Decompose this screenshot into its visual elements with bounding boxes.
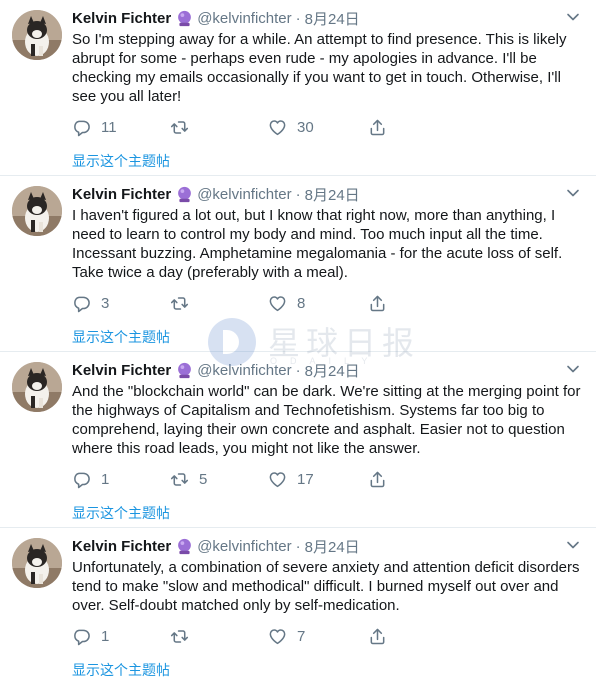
retweet-count: 5 [199, 470, 208, 488]
share-button[interactable] [368, 294, 387, 313]
tweet-date[interactable]: 8月24日 [305, 184, 360, 205]
reply-button[interactable]: 11 [72, 118, 117, 137]
reply-count: 1 [101, 627, 110, 645]
retweet-button[interactable] [170, 294, 199, 313]
reply-icon [74, 629, 90, 645]
watermark-logo [208, 318, 256, 366]
reply-icon [74, 120, 90, 136]
display-name[interactable]: Kelvin Fichter [72, 362, 171, 379]
tweet-divider [0, 351, 596, 352]
separator-dot: · [295, 537, 301, 555]
chevron-down-icon[interactable] [566, 362, 580, 376]
retweet-button[interactable] [170, 627, 199, 646]
reply-count: 3 [101, 294, 110, 312]
show-thread-link[interactable]: 显示这个主题帖 [72, 151, 170, 171]
reply-icon [74, 296, 90, 312]
like-button[interactable]: 30 [268, 118, 314, 137]
reply-button[interactable]: 1 [72, 627, 109, 646]
share-icon [370, 119, 385, 135]
tweet-text: I haven't figured a lot out, but I know … [72, 207, 563, 281]
tweet-date[interactable]: 8月24日 [305, 8, 360, 29]
display-name[interactable]: Kelvin Fichter [72, 538, 171, 555]
share-button[interactable] [368, 470, 387, 489]
show-thread-link[interactable]: 显示这个主题帖 [72, 660, 170, 680]
avatar[interactable] [12, 10, 62, 60]
like-button[interactable]: 17 [268, 470, 314, 489]
tweet-header: Kelvin Fichter @kelvinfichter · 8月24日 [72, 8, 360, 28]
tweet-header: Kelvin Fichter @kelvinfichter · 8月24日 [72, 360, 360, 380]
retweet-icon [170, 472, 189, 486]
share-button[interactable] [368, 627, 387, 646]
tweet-header: Kelvin Fichter @kelvinfichter · 8月24日 [72, 184, 360, 204]
retweet-button[interactable]: 5 [170, 470, 207, 489]
crystal-ball-icon [178, 186, 192, 202]
chevron-down-icon[interactable] [566, 10, 580, 24]
like-count: 8 [297, 294, 306, 312]
chevron-down-icon[interactable] [566, 538, 580, 552]
separator-dot: · [295, 185, 301, 203]
tweet-divider [0, 527, 596, 528]
retweet-icon [170, 296, 189, 310]
share-icon [370, 471, 385, 487]
tweet-date[interactable]: 8月24日 [305, 536, 360, 557]
tweet-date[interactable]: 8月24日 [305, 360, 360, 381]
crystal-ball-icon [178, 10, 192, 26]
retweet-button[interactable] [170, 118, 199, 137]
tweet-header: Kelvin Fichter @kelvinfichter · 8月24日 [72, 536, 360, 556]
like-count: 30 [297, 118, 314, 136]
crystal-ball-icon [178, 362, 192, 378]
tweet-text: So I'm stepping away for a while. An att… [72, 31, 567, 105]
like-button[interactable]: 8 [268, 294, 305, 313]
avatar[interactable] [12, 362, 62, 412]
reply-button[interactable]: 1 [72, 470, 109, 489]
like-count: 17 [297, 470, 314, 488]
reply-count: 11 [101, 118, 117, 136]
watermark-text: 星球日报 [268, 324, 421, 362]
user-handle[interactable]: @kelvinfichter [197, 538, 291, 555]
show-thread-link[interactable]: 显示这个主题帖 [72, 327, 170, 347]
separator-dot: · [295, 361, 301, 379]
tweet-text: Unfortunately, a combination of severe a… [72, 559, 580, 614]
share-icon [370, 628, 385, 644]
crystal-ball-icon [178, 538, 192, 554]
chevron-down-icon[interactable] [566, 186, 580, 200]
heart-icon [269, 471, 286, 487]
share-icon [370, 295, 385, 311]
tweet-divider [0, 175, 596, 176]
reply-icon [74, 472, 90, 488]
show-thread-link[interactable]: 显示这个主题帖 [72, 503, 170, 523]
retweet-icon [170, 120, 189, 134]
like-button[interactable]: 7 [268, 627, 305, 646]
user-handle[interactable]: @kelvinfichter [197, 186, 291, 203]
like-count: 7 [297, 627, 306, 645]
reply-button[interactable]: 3 [72, 294, 109, 313]
avatar[interactable] [12, 538, 62, 588]
display-name[interactable]: Kelvin Fichter [72, 10, 171, 27]
reply-count: 1 [101, 470, 110, 488]
heart-icon [269, 119, 286, 135]
share-button[interactable] [368, 118, 387, 137]
user-handle[interactable]: @kelvinfichter [197, 10, 291, 27]
heart-icon [269, 295, 286, 311]
separator-dot: · [295, 9, 301, 27]
tweet-text: And the "blockchain world" can be dark. … [72, 383, 581, 457]
retweet-icon [170, 629, 189, 643]
watermark: 星球日报 ODAILY [208, 318, 414, 366]
display-name[interactable]: Kelvin Fichter [72, 186, 171, 203]
heart-icon [269, 628, 286, 644]
avatar[interactable] [12, 186, 62, 236]
user-handle[interactable]: @kelvinfichter [197, 362, 291, 379]
